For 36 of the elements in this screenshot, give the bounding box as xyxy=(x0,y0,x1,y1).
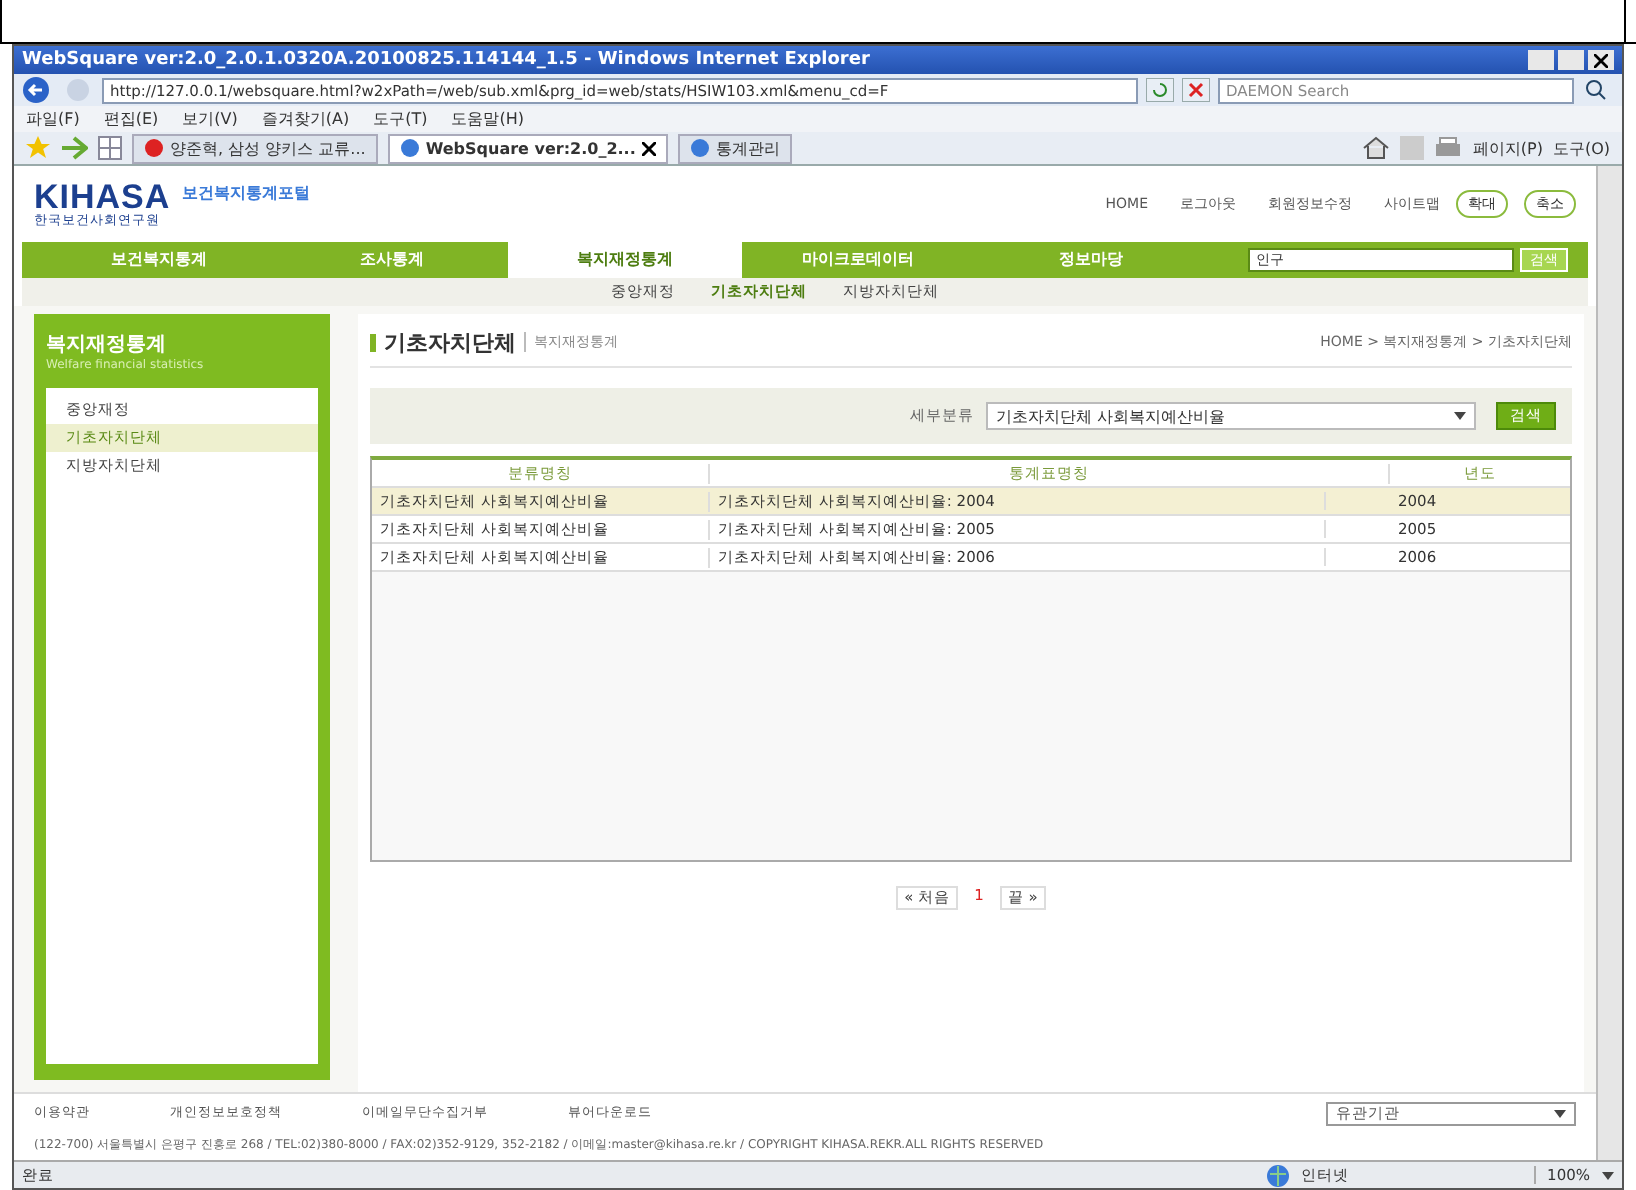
browser-tab[interactable]: 통계관리 xyxy=(677,133,792,163)
menu-item[interactable]: 편집(E) xyxy=(103,108,159,130)
refresh-icon[interactable] xyxy=(1146,78,1174,102)
page-icon xyxy=(399,138,420,158)
page-icon xyxy=(689,138,710,158)
menu-item[interactable]: 즐겨찾기(A) xyxy=(261,108,350,130)
page-title: 기초자치단체 xyxy=(384,327,516,357)
menu-item[interactable]: 파일(F) xyxy=(26,108,80,130)
browser-tab[interactable]: 양준혁, 삼성 양키스 교류... xyxy=(132,133,378,163)
menu-item[interactable]: 도움말(H) xyxy=(451,108,524,130)
printer-icon[interactable] xyxy=(1434,136,1463,160)
tab-grid-icon[interactable] xyxy=(98,136,122,160)
globe-icon xyxy=(1265,1163,1290,1187)
stop-icon[interactable] xyxy=(1182,78,1210,102)
scrollbar[interactable] xyxy=(1596,166,1622,1160)
dropdown-caret-icon xyxy=(1554,1109,1566,1117)
window-title: WebSquare ver:2.0_2.0.1.0320A.20100825.114144_1.5 - Windows Internet Explorer xyxy=(22,50,872,70)
close-tab-icon[interactable] xyxy=(641,141,656,155)
category-select[interactable]: 기초자치단체 사회복지예산비율 xyxy=(986,402,1476,430)
portal-name: 보건복지통계포털 xyxy=(182,182,311,204)
nav-tab[interactable]: 복지재정통계 xyxy=(508,242,742,278)
favorites-star-icon[interactable] xyxy=(26,136,50,160)
menu-item[interactable]: 도구(T) xyxy=(373,108,428,130)
close-button[interactable] xyxy=(1588,50,1614,70)
page-icon xyxy=(144,138,164,158)
dropdown-caret-icon[interactable] xyxy=(1602,1171,1614,1179)
site-logo[interactable]: KIHASA xyxy=(34,180,171,215)
add-favorite-icon[interactable] xyxy=(60,136,88,160)
page-menu[interactable]: 페이지(P) xyxy=(1472,137,1543,159)
home-icon[interactable] xyxy=(1362,136,1391,160)
sidebar-title: 복지재정통계 xyxy=(46,332,168,358)
dropdown-caret-icon xyxy=(1454,412,1466,420)
browser-tab[interactable]: WebSquare ver:2.0_2... xyxy=(387,133,668,163)
menu-item[interactable]: 보기(V) xyxy=(182,108,238,130)
title-marker-icon xyxy=(370,333,376,351)
tools-menu[interactable]: 도구(O) xyxy=(1552,137,1610,159)
